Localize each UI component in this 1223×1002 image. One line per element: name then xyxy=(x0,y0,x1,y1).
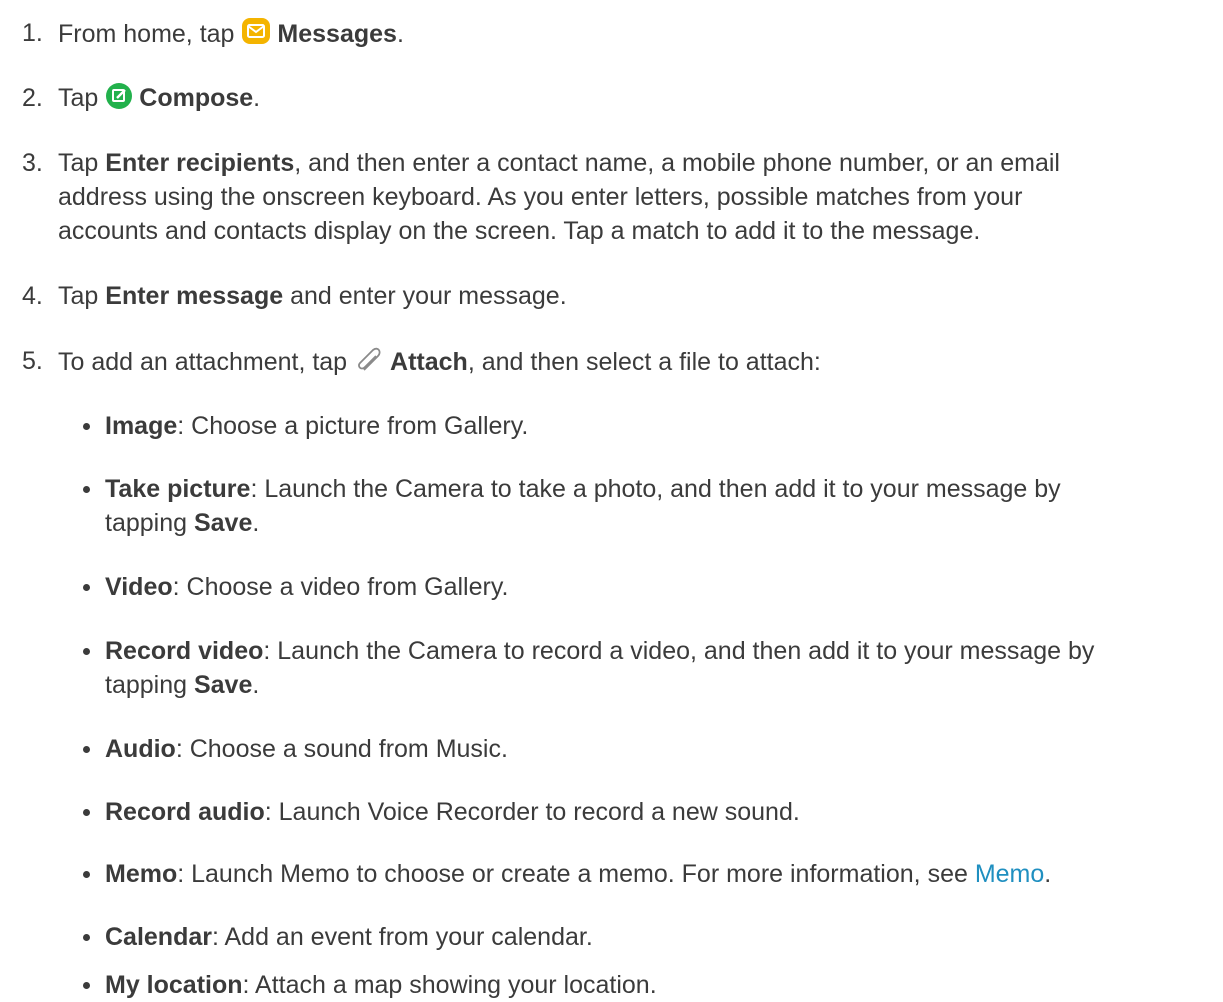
bullet-dot xyxy=(83,648,90,655)
bullet-dot xyxy=(83,982,90,989)
paperclip-icon xyxy=(354,344,384,383)
step-bold: Messages xyxy=(277,20,397,48)
compose-icon xyxy=(105,82,133,119)
bullet-dot xyxy=(83,584,90,591)
bullet-dot xyxy=(83,486,90,493)
step-bold: Enter recipients xyxy=(105,149,295,177)
bullet-dot xyxy=(83,809,90,816)
step-number: 3. xyxy=(22,149,43,177)
step-number: 5. xyxy=(22,347,43,375)
step-bold: Enter message xyxy=(105,282,284,310)
messages-icon xyxy=(241,16,271,55)
step-bold: Compose xyxy=(139,84,254,112)
step-text: From home, tap xyxy=(58,20,242,48)
bullet-dot xyxy=(83,871,90,878)
step-number: 1. xyxy=(22,19,43,47)
step-text: Tap xyxy=(58,84,106,112)
bullet-dot xyxy=(83,423,90,430)
step-bold: Attach xyxy=(390,348,468,376)
memo-link[interactable]: Memo xyxy=(975,860,1044,888)
step-number: 2. xyxy=(22,84,43,112)
step-number: 4. xyxy=(22,282,43,310)
bullet-dot xyxy=(83,934,90,941)
bullet-dot xyxy=(83,746,90,753)
